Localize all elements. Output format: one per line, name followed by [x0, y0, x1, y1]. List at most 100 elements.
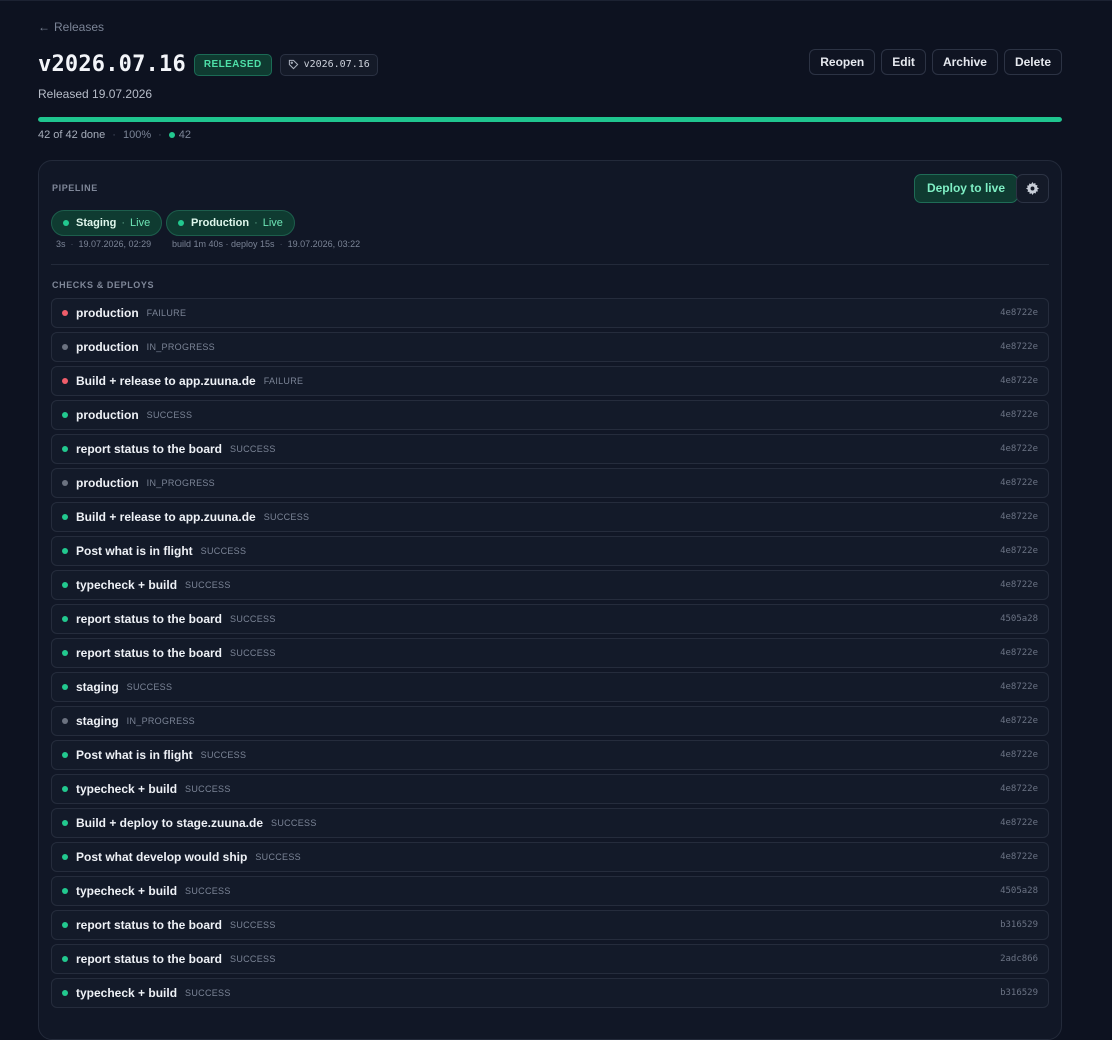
check-row[interactable]: typecheck + build SUCCESS b316529 — [51, 978, 1049, 1008]
commit-sha: 4e8722e — [1000, 546, 1038, 556]
stage-name: Production — [191, 217, 250, 229]
check-row[interactable]: production SUCCESS 4e8722e — [51, 400, 1049, 430]
check-name: report status to the board — [76, 612, 223, 626]
stage-timestamp: 19.07.2026, 02:29 — [78, 239, 152, 249]
top-border — [0, 0, 1112, 1]
check-row[interactable]: staging SUCCESS 4e8722e — [51, 672, 1049, 702]
check-status: SUCCESS — [185, 784, 231, 794]
status-dot-icon — [62, 310, 68, 316]
check-status: SUCCESS — [271, 818, 317, 828]
commit-sha: 4e8722e — [1000, 682, 1038, 692]
edit-button[interactable]: Edit — [881, 49, 926, 75]
check-row[interactable]: report status to the board SUCCESS 4e8722e — [51, 638, 1049, 668]
check-row[interactable]: typecheck + build SUCCESS 4e8722e — [51, 774, 1049, 804]
check-status: SUCCESS — [230, 920, 276, 930]
check-row[interactable]: typecheck + build SUCCESS 4505a28 — [51, 876, 1049, 906]
settings-button[interactable] — [1016, 174, 1049, 203]
check-name: production — [76, 306, 139, 320]
check-name: Build + deploy to stage.zuuna.de — [76, 816, 264, 830]
check-status: FAILURE — [263, 376, 304, 386]
stage-name: Staging — [76, 217, 117, 229]
check-status: SUCCESS — [230, 954, 276, 964]
status-dot-icon — [62, 888, 68, 894]
check-status: SUCCESS — [185, 580, 231, 590]
delete-button[interactable]: Delete — [1003, 49, 1062, 75]
check-name: Post what is in flight — [76, 544, 193, 558]
tag-label: v2026.07.16 — [303, 58, 370, 70]
status-dot-icon — [62, 752, 68, 758]
check-row[interactable]: Post what develop would ship SUCCESS 4e872… — [51, 842, 1049, 872]
status-dot-icon — [62, 854, 68, 860]
check-status: SUCCESS — [185, 988, 231, 998]
check-row[interactable]: staging IN_PROGRESS 4e8722e — [51, 706, 1049, 736]
check-row[interactable]: report status to the board SUCCESS 4e8722e — [51, 434, 1049, 464]
check-row[interactable]: report status to the board SUCCESS b316529 — [51, 910, 1049, 940]
success-dot-icon — [168, 132, 175, 138]
status-dot-icon — [62, 378, 68, 384]
archive-button[interactable]: Archive — [931, 49, 998, 75]
status-dot-icon — [62, 990, 68, 996]
commit-sha: 4e8722e — [1000, 410, 1038, 420]
status-dot-icon — [62, 650, 68, 656]
release-title: v2026.07.16 — [38, 52, 186, 77]
check-status: IN_PROGRESS — [146, 478, 215, 488]
stage-pill-production[interactable]: Production · Live — [166, 210, 295, 236]
status-dot-icon — [62, 582, 68, 588]
live-dot-icon — [178, 220, 184, 226]
progress-bar — [38, 117, 1062, 122]
check-row[interactable]: report status to the board SUCCESS 2adc866 — [51, 944, 1049, 974]
gear-icon — [1026, 182, 1039, 195]
check-name: report status to the board — [76, 646, 223, 660]
stage-status: Live — [262, 217, 283, 229]
reopen-button[interactable]: Reopen — [809, 49, 876, 75]
status-dot-icon — [62, 412, 68, 418]
check-row[interactable]: Build + deploy to stage.zuuna.de SUCCESS 4… — [51, 808, 1049, 838]
status-dot-icon — [62, 514, 68, 520]
check-status: SUCCESS — [146, 410, 193, 420]
status-dot-icon — [62, 922, 68, 928]
check-status: FAILURE — [146, 308, 187, 318]
check-row[interactable]: Build + release to app.zuuna.de FAILURE 4e… — [51, 366, 1049, 396]
check-name: Build + release to app.zuuna.de — [76, 374, 256, 388]
check-row[interactable]: production IN_PROGRESS 4e8722e — [51, 468, 1049, 498]
back-link[interactable]: ← Releases — [38, 20, 104, 34]
progress-fill — [38, 117, 1062, 122]
check-row[interactable]: typecheck + build SUCCESS 4e8722e — [51, 570, 1049, 600]
commit-sha: 4e8722e — [1000, 784, 1038, 794]
check-row[interactable]: production FAILURE 4e8722e — [51, 298, 1049, 328]
stage-meta-production: build 1m 40s · deploy 15s · 19.07.2026, 03… — [172, 239, 361, 249]
status-dot-icon — [62, 344, 68, 350]
commit-sha: 4e8722e — [1000, 818, 1038, 828]
status-dot-icon — [62, 956, 68, 962]
stage-duration: build 1m 40s · deploy 15s — [172, 239, 275, 249]
commit-sha: 4e8722e — [1000, 580, 1038, 590]
check-status: SUCCESS — [230, 444, 276, 454]
check-row[interactable]: Build + release to app.zuuna.de SUCCESS 4e… — [51, 502, 1049, 532]
pipeline-panel: PIPELINE Deploy to live Staging · Live 3… — [38, 160, 1062, 1040]
commit-sha: 4505a28 — [1000, 614, 1038, 624]
check-row[interactable]: Post what is in flight SUCCESS 4e8722e — [51, 536, 1049, 566]
check-name: Post what develop would ship — [76, 850, 248, 864]
commit-sha: 4e8722e — [1000, 342, 1038, 352]
check-row[interactable]: production IN_PROGRESS 4e8722e — [51, 332, 1049, 362]
commit-sha: b316529 — [1000, 920, 1038, 930]
check-status: SUCCESS — [200, 750, 247, 760]
check-status: SUCCESS — [230, 614, 276, 624]
status-dot-icon — [62, 446, 68, 452]
check-row[interactable]: Post what is in flight SUCCESS 4e8722e — [51, 740, 1049, 770]
arrow-left-icon: ← — [38, 20, 50, 34]
tag-chip: v2026.07.16 — [279, 53, 378, 76]
check-row[interactable]: report status to the board SUCCESS 4505a28 — [51, 604, 1049, 634]
check-name: report status to the board — [76, 918, 223, 932]
progress-percent: 100% — [122, 129, 152, 141]
stage-meta-staging: 3s · 19.07.2026, 02:29 — [56, 239, 152, 249]
deploy-to-live-button[interactable]: Deploy to live — [913, 174, 1018, 203]
stage-pill-staging[interactable]: Staging · Live — [51, 210, 163, 236]
check-name: staging — [76, 714, 119, 728]
check-status: IN_PROGRESS — [126, 716, 195, 726]
status-dot-icon — [62, 786, 68, 792]
live-dot-icon — [63, 220, 69, 226]
commit-sha: 4e8722e — [1000, 444, 1038, 454]
commit-sha: 4e8722e — [1000, 750, 1038, 760]
check-name: Build + release to app.zuuna.de — [76, 510, 256, 524]
